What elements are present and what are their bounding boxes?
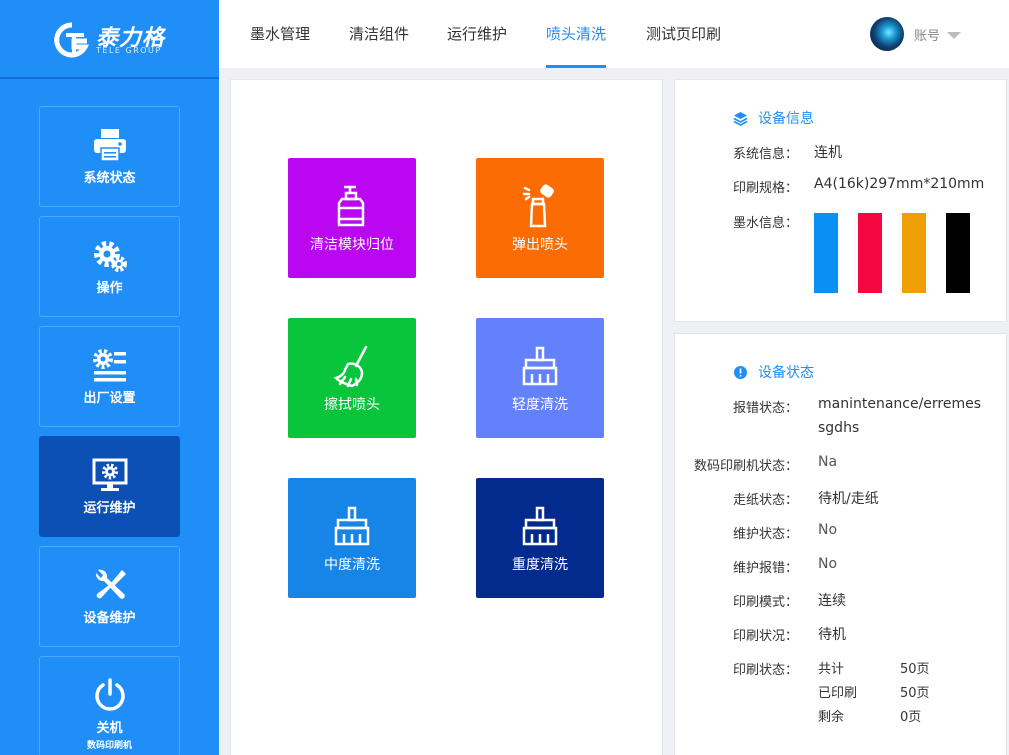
ink-level-magenta	[858, 213, 882, 293]
sidebar-item-label: 关机	[96, 721, 123, 736]
card-title-text: 设备信息	[758, 111, 814, 127]
account-menu[interactable]: 账号	[869, 17, 961, 51]
print-remaining-value: 0页	[900, 710, 922, 725]
eject-nozzle-button[interactable]: 弹出喷头	[476, 158, 604, 278]
settings-list-icon	[92, 349, 126, 382]
device-info-card: 设备信息 系统信息： 连机 印刷规格： A4(16k)297mm*210mm 墨…	[674, 79, 1007, 322]
error-status-value-line1: manintenance/erremes	[818, 396, 982, 412]
print-mode-label: 印刷模式：	[732, 595, 798, 610]
device-status-title: 设备状态	[733, 362, 814, 382]
sidebar-item-label: 设备维护	[83, 611, 136, 626]
sidebar-item-sublabel: 数码印刷机	[86, 741, 132, 751]
error-status-value-line2: sgdhs	[818, 420, 860, 436]
card-title-text: 设备状态	[758, 365, 814, 381]
sidebar-item-power-off[interactable]: 关机 数码印刷机	[39, 656, 180, 755]
layers-icon	[733, 111, 748, 126]
sidebar-item-label: 系统状态	[83, 171, 136, 186]
home-cleaning-module-button[interactable]: 清洁模块归位	[288, 158, 416, 278]
maintenance-error-value: No	[818, 556, 838, 572]
sidebar-item-factory-settings[interactable]: 出厂设置	[39, 326, 180, 427]
broom-icon	[333, 345, 368, 388]
tile-label: 轻度清洗	[512, 397, 568, 413]
maintenance-error-label: 维护报错：	[732, 561, 798, 576]
ink-level-cyan	[814, 213, 838, 293]
sidebar-item-label: 出厂设置	[83, 391, 136, 406]
monitor-gear-icon	[92, 458, 127, 491]
system-info-value: 连机	[814, 145, 842, 161]
tab-cleaning-components[interactable]: 清洁组件	[349, 0, 409, 68]
printer-status-value: Na	[818, 454, 838, 470]
spray-icon	[522, 184, 554, 228]
sidebar-item-run-maintenance[interactable]: 运行维护	[39, 436, 180, 537]
chevron-down-icon[interactable]	[947, 31, 961, 39]
sidebar-item-label: 操作	[96, 281, 123, 296]
tile-label: 中度清洗	[324, 557, 380, 573]
print-done-value: 50页	[900, 686, 930, 701]
sidebar-item-operation[interactable]: 操作	[39, 216, 180, 317]
sidebar-item-label: 运行维护	[83, 501, 136, 516]
printer-status-label: 数码印刷机状态：	[693, 459, 798, 474]
top-navigation: 墨水管理 清洁组件 运行维护 喷头清洗 测试页印刷 账号	[219, 0, 1009, 68]
tile-label: 重度清洗	[512, 557, 568, 573]
paper-status-value: 待机/走纸	[818, 491, 879, 507]
brush-icon	[522, 346, 558, 386]
nozzle-cleaning-panel: 清洁模块归位 弹出喷头 擦拭喷头 轻度清洗 中度清洗 重度清洗	[230, 79, 663, 755]
error-status-label: 报错状态：	[732, 401, 798, 416]
ink-info-label: 墨水信息：	[733, 216, 799, 231]
light-cleaning-button[interactable]: 轻度清洗	[476, 318, 604, 438]
print-status-label: 印刷状态：	[732, 663, 798, 678]
tab-run-maintenance[interactable]: 运行维护	[447, 0, 507, 68]
print-spec-label: 印刷规格：	[733, 181, 799, 196]
print-done-name: 已印刷	[818, 686, 858, 701]
gears-icon	[93, 241, 127, 272]
print-condition-value: 待机	[818, 627, 846, 643]
print-total-name: 共计	[818, 662, 845, 677]
account-name[interactable]: 账号	[914, 25, 940, 44]
wipe-nozzle-button[interactable]: 擦拭喷头	[288, 318, 416, 438]
tab-ink-management[interactable]: 墨水管理	[250, 0, 310, 68]
power-icon	[94, 678, 125, 711]
tile-label: 清洁模块归位	[310, 237, 394, 253]
tools-icon	[95, 569, 126, 599]
print-mode-value: 连续	[818, 593, 846, 609]
print-remaining-name: 剩余	[818, 710, 845, 725]
device-info-title: 设备信息	[733, 108, 814, 128]
sidebar-item-system-status[interactable]: 系统状态	[39, 106, 180, 207]
ink-level-yellow	[902, 213, 926, 293]
tab-test-page-print[interactable]: 测试页印刷	[646, 0, 721, 68]
ink-level-black	[946, 213, 970, 293]
print-total-value: 50页	[900, 662, 930, 677]
brush-icon	[334, 506, 370, 546]
brand-logo: 泰力格 TELE GROUP	[0, 0, 219, 79]
print-spec-value: A4(16k)297mm*210mm	[814, 176, 985, 192]
heavy-cleaning-button[interactable]: 重度清洗	[476, 478, 604, 598]
medium-cleaning-button[interactable]: 中度清洗	[288, 478, 416, 598]
system-info-label: 系统信息：	[733, 147, 799, 162]
tab-nozzle-cleaning[interactable]: 喷头清洗	[546, 0, 607, 68]
sidebar: 泰力格 TELE GROUP 系统状态 操作 出厂设置 运行维护 设备维护 关机…	[0, 0, 219, 755]
maintenance-status-value: No	[818, 522, 838, 538]
avatar[interactable]	[869, 17, 904, 51]
maintenance-status-label: 维护状态：	[732, 527, 798, 542]
info-icon	[734, 365, 747, 379]
tile-label: 弹出喷头	[512, 237, 568, 253]
brand-name-en: TELE GROUP	[96, 46, 162, 55]
printer-icon	[93, 129, 126, 162]
bottle-icon	[337, 185, 365, 227]
logo-mark-icon	[54, 22, 90, 58]
brush-icon	[522, 506, 558, 546]
sidebar-item-device-maintenance[interactable]: 设备维护	[39, 546, 180, 647]
device-status-card: 设备状态 报错状态： manintenance/erremes sgdhs 数码…	[674, 333, 1007, 755]
paper-status-label: 走纸状态：	[732, 493, 798, 508]
tile-label: 擦拭喷头	[324, 397, 380, 413]
print-condition-label: 印刷状况：	[732, 629, 798, 644]
